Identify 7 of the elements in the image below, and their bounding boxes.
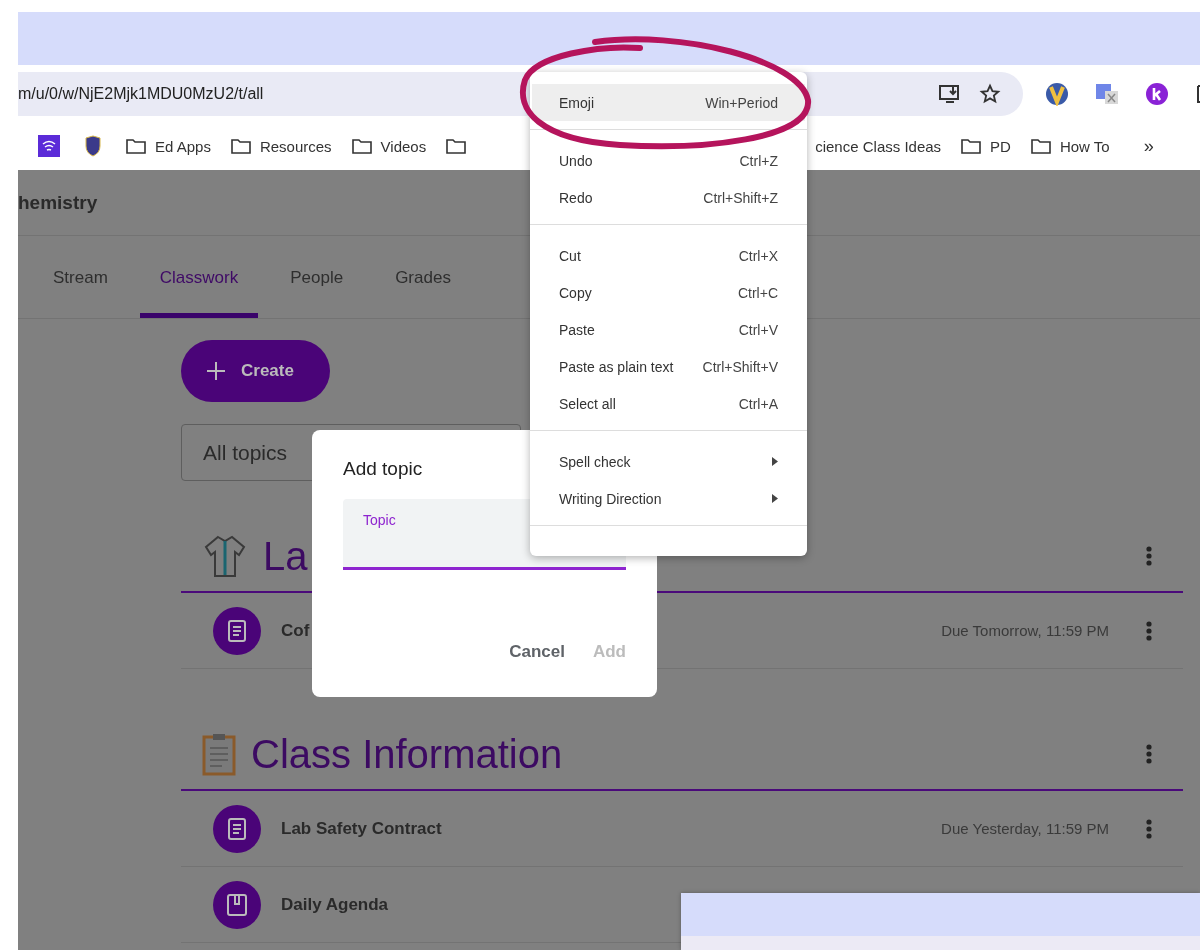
url-text: m/u/0/w/NjE2Mjk1MDU0MzU2/t/all — [18, 84, 264, 103]
due-date: Due Tomorrow, 11:59 PM — [941, 622, 1109, 639]
topic-title: La — [263, 533, 308, 579]
dialog-title: Add topic — [343, 458, 423, 480]
class-title: hemistry — [18, 191, 98, 214]
topic-title: Class Information — [251, 731, 563, 777]
due-date: Due Yesterday, 11:59 PM — [941, 820, 1109, 837]
